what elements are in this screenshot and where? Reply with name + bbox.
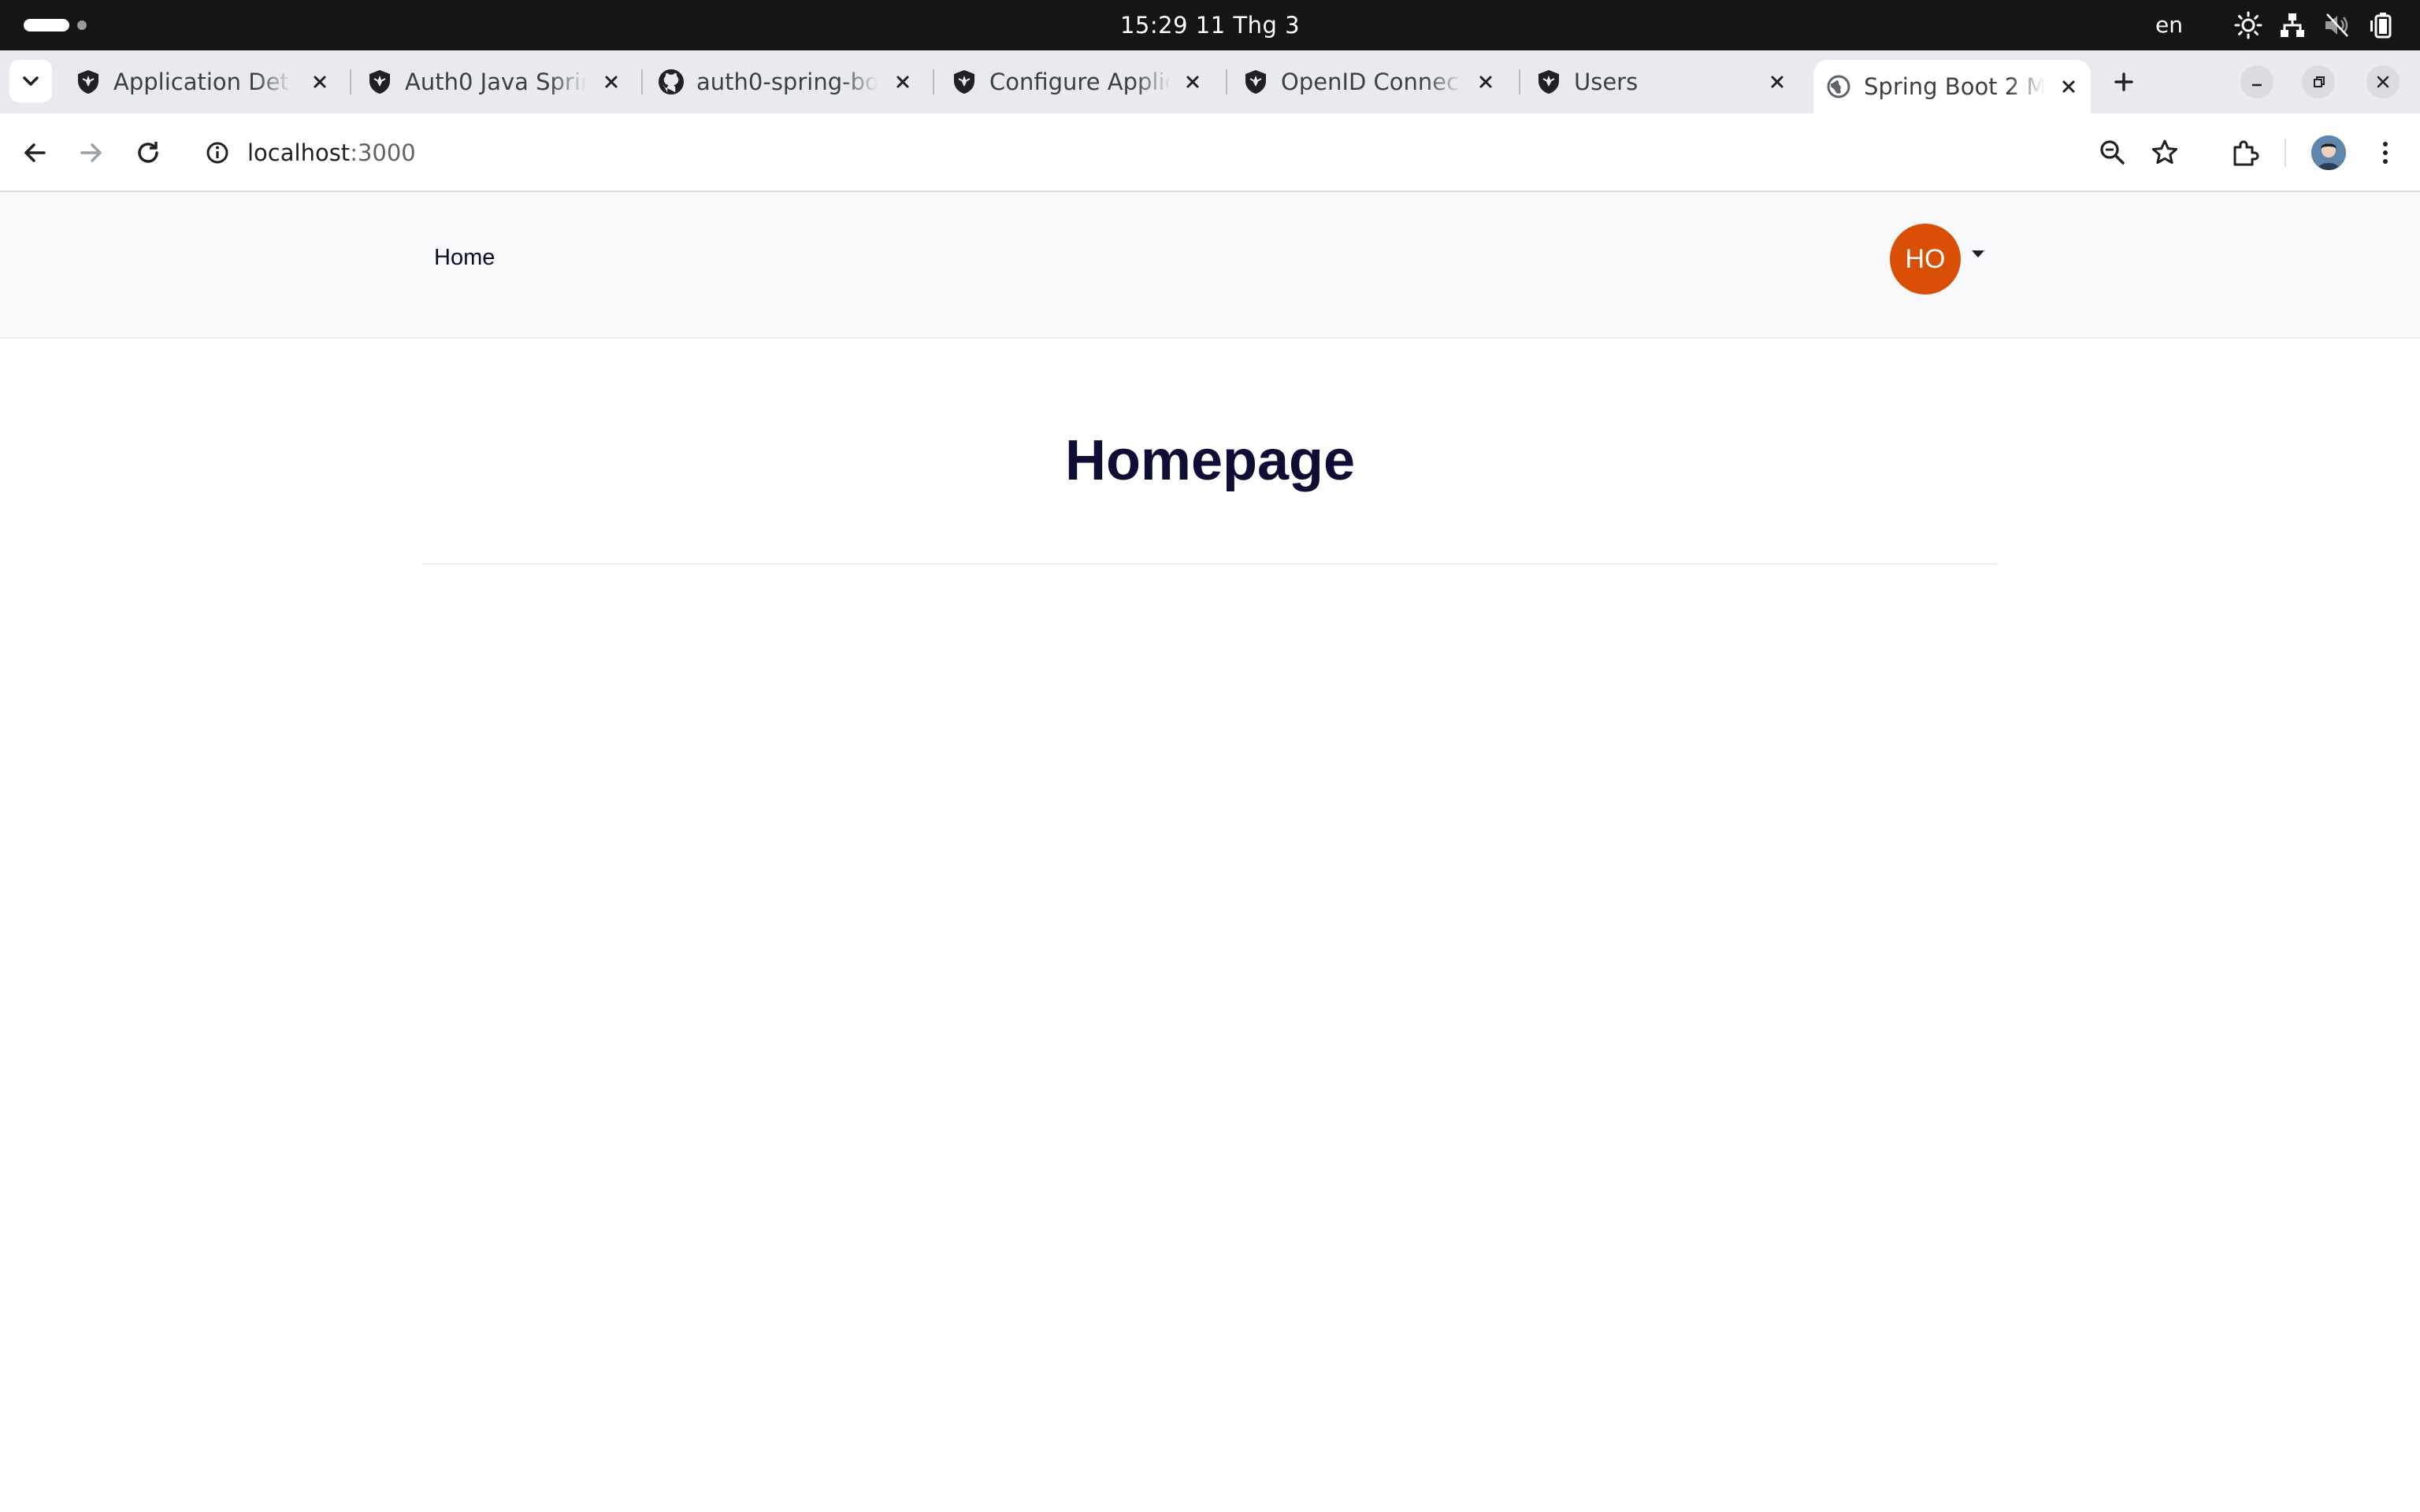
close-icon <box>2377 76 2389 88</box>
new-tab-plus-icon[interactable] <box>2108 66 2140 98</box>
reload-icon[interactable] <box>132 137 164 169</box>
close-icon[interactable] <box>306 68 334 96</box>
tab-separator <box>641 69 643 94</box>
minimize-icon <box>2252 83 2262 87</box>
close-icon[interactable] <box>889 68 917 96</box>
tab-title: Auth0 Java Spring <box>405 69 586 95</box>
auth0-shield-icon <box>78 70 98 94</box>
browser-tab[interactable]: Users <box>1535 50 1802 113</box>
tab-separator <box>350 69 351 94</box>
auth0-shield-icon <box>369 70 390 94</box>
bookmark-star-icon[interactable] <box>2149 137 2181 169</box>
browser-tab[interactable]: auth0-spring-boot <box>657 50 925 113</box>
title-divider <box>422 563 1998 565</box>
auth0-shield-icon <box>1538 70 1559 94</box>
forward-arrow-icon[interactable] <box>76 137 107 169</box>
globe-icon <box>1827 75 1850 98</box>
extensions-puzzle-icon[interactable] <box>2229 137 2261 169</box>
browser-tab[interactable]: Application Details <box>74 50 342 113</box>
tab-title: Users <box>1574 69 1639 95</box>
tab-title: Configure Application <box>989 69 1171 95</box>
volume-muted-icon[interactable] <box>2322 11 2351 39</box>
browser-tab[interactable]: OpenID Connect <box>1242 50 1509 113</box>
close-window-button[interactable] <box>2366 65 2400 98</box>
toolbar-divider <box>2285 139 2286 167</box>
site-info-icon[interactable] <box>202 137 233 169</box>
zoom-icon[interactable] <box>2097 137 2129 169</box>
close-icon[interactable] <box>1472 68 1500 96</box>
more-vertical-icon[interactable] <box>2370 137 2401 169</box>
profile-photo-icon <box>2311 135 2346 170</box>
nav-home-link[interactable]: Home <box>434 192 495 323</box>
auth0-shield-icon <box>954 70 974 94</box>
back-arrow-icon[interactable] <box>19 137 50 169</box>
minimize-button[interactable] <box>2240 65 2273 98</box>
chrome-profile-avatar[interactable] <box>2311 135 2346 170</box>
tab-separator <box>933 69 934 94</box>
browser-tab[interactable]: Configure Application <box>950 50 1218 113</box>
page-navbar: Home HO <box>0 192 2420 339</box>
url-host: localhost <box>247 139 351 166</box>
close-icon[interactable] <box>1178 68 1207 96</box>
github-icon <box>659 69 684 94</box>
user-avatar[interactable]: HO <box>1890 224 1961 295</box>
tab-search-button[interactable] <box>9 60 52 102</box>
restore-button[interactable] <box>2302 65 2335 98</box>
address-url[interactable]: localhost:3000 <box>247 113 416 192</box>
brightness-icon[interactable] <box>2234 11 2262 39</box>
tab-title: OpenID Connect <box>1281 69 1462 95</box>
chevron-down-icon <box>23 76 39 86</box>
browser-tab[interactable]: Auth0 Java Spring <box>366 50 633 113</box>
network-wired-icon[interactable] <box>2278 11 2307 39</box>
close-icon[interactable] <box>597 68 625 96</box>
browser-tab-active[interactable]: Spring Boot 2 MVC <box>1813 60 2091 113</box>
system-clock[interactable]: 15:29 11 Thg 3 <box>1087 0 1333 50</box>
page-title: Homepage <box>1064 429 1356 492</box>
battery-icon[interactable] <box>2368 11 2396 39</box>
close-icon[interactable] <box>1763 68 1791 96</box>
tab-separator <box>1226 69 1227 94</box>
auth0-shield-icon <box>1245 70 1266 94</box>
system-top-bar: 15:29 11 Thg 3 en <box>0 0 2420 50</box>
keyboard-language-indicator[interactable]: en <box>2155 0 2183 50</box>
close-icon[interactable] <box>2054 72 2083 101</box>
restore-icon <box>2314 76 2325 87</box>
workspace-indicator-dot[interactable] <box>77 20 87 30</box>
browser-toolbar: localhost:3000 <box>0 113 2420 192</box>
browser-tab-strip: Application Details Auth0 Java Spring au… <box>0 50 2420 113</box>
tab-title: Application Details <box>113 69 291 95</box>
tab-title: auth0-spring-boot <box>696 69 878 95</box>
url-port: :3000 <box>350 139 416 166</box>
tab-separator <box>1519 69 1520 94</box>
caret-down-icon[interactable] <box>1972 250 1984 258</box>
activities-indicator[interactable] <box>24 19 69 32</box>
address-bar[interactable] <box>187 124 2203 181</box>
tab-title: Spring Boot 2 MVC <box>1864 73 2045 100</box>
